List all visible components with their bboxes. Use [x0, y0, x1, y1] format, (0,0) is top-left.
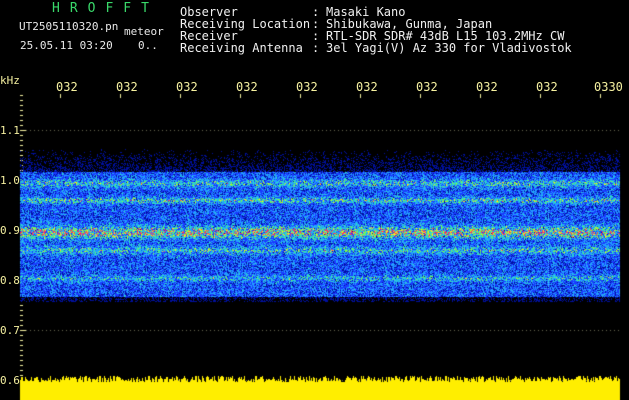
meta-label-antenna: Receiving Antenna: [180, 41, 303, 55]
time-tick: 032: [296, 80, 318, 94]
date-suffix: 0..: [138, 39, 158, 52]
time-tick: 032: [416, 80, 438, 94]
time-tick: 032: [176, 80, 198, 94]
frequency-tick: 0.7: [0, 324, 20, 337]
time-tick: 032: [56, 80, 78, 94]
app-title: HROFFT: [52, 1, 159, 16]
frequency-tick: 0.8: [0, 274, 20, 287]
time-tick: 032: [116, 80, 138, 94]
frequency-tick: 0.6: [0, 374, 20, 387]
time-tick: 032: [536, 80, 558, 94]
time-tick: 0330: [594, 80, 623, 94]
time-tick: 032: [356, 80, 378, 94]
date-time: 25.05.11 03:20: [20, 39, 113, 52]
meta-value-antenna: 3el Yagi(V) Az 330 for Vladivostok: [326, 41, 572, 55]
frequency-tick: 1.1: [0, 124, 20, 137]
time-tick: 032: [476, 80, 498, 94]
spectrogram-canvas: [0, 0, 629, 400]
event-tag: meteor: [124, 25, 164, 38]
frequency-tick: 1.0: [0, 174, 20, 187]
time-tick: 032: [236, 80, 258, 94]
file-name: UT2505110320.pn: [19, 20, 119, 33]
frequency-unit: kHz: [0, 74, 20, 87]
frequency-tick: 0.9: [0, 224, 20, 237]
meta-sep: :: [312, 41, 320, 55]
